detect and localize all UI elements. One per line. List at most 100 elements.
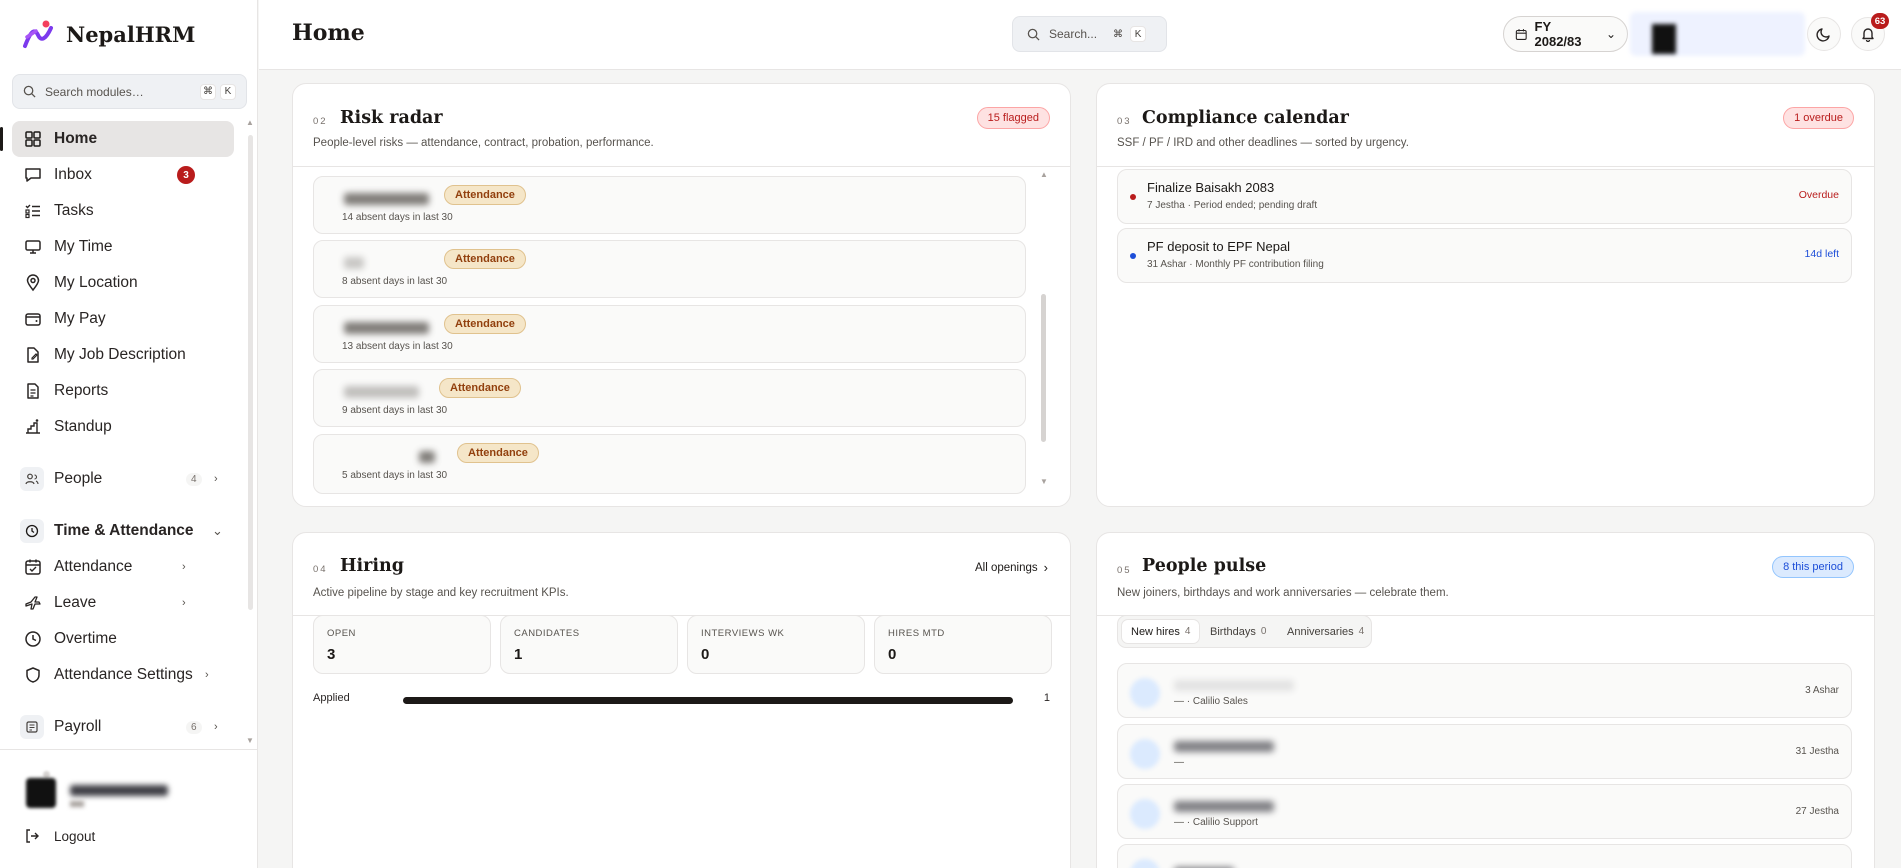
card-subtitle: Active pipeline by stage and key recruit… [313,587,569,599]
tab-birthdays[interactable]: Birthdays 0 [1201,619,1275,644]
risk-detail: 8 absent days in last 30 [342,276,448,287]
wallet-icon [25,313,41,326]
global-search-input[interactable]: Search... ⌘ K [1012,16,1167,52]
tab-new-hires[interactable]: New hires 4 [1121,619,1201,644]
sidebar-item-overtime[interactable]: Overtime [12,621,234,657]
list-item[interactable]: — · Calilio Support 27 Jestha [1117,784,1852,839]
scroll-up-arrow-icon[interactable]: ▲ [246,118,254,127]
kbd-cmd: ⌘ [200,83,216,100]
brand[interactable]: NepalHRM [22,19,195,49]
kpi-label: OPEN [327,628,356,639]
sidebar-item-label: Attendance Settings [54,666,193,683]
sidebar-item-tasks[interactable]: Tasks [12,193,234,229]
scroll-up-arrow-icon[interactable]: ▲ [1040,170,1048,179]
chevron-down-icon: ⌄ [1605,27,1616,41]
theme-toggle-button[interactable] [1807,17,1841,51]
avatar [1130,678,1160,708]
card-title: Hiring [340,556,405,576]
page-title: Home [292,20,365,46]
deadline-title: PF deposit to EPF Nepal [1147,239,1291,254]
deadline-meta: 31 Ashar · Monthly PF contribution filin… [1147,259,1324,270]
list-check-icon [25,204,40,219]
list-item[interactable]: Attendance 13 absent days in last 30 [313,305,1026,363]
sidebar-item-label: My Pay [54,310,106,327]
sidebar-item-my-pay[interactable]: My Pay [12,301,234,337]
sidebar-item-home[interactable]: Home [0,121,234,157]
pipeline-stage-count: 1 [1043,692,1050,704]
list-item[interactable]: — 31 Jestha [1117,724,1852,779]
card-subtitle: SSF / PF / IRD and other deadlines — sor… [1117,137,1409,149]
kpi-label: INTERVIEWS WK [701,628,785,639]
list-item[interactable]: Attendance 8 absent days in last 30 [313,240,1026,298]
employee-name-redacted [344,257,364,269]
avatar [1130,799,1160,829]
tab-label: Birthdays [1210,625,1256,638]
sidebar-group-time-attendance[interactable]: Time & Attendance ⌄ [12,513,234,549]
sidebar-item-label: Leave [54,594,97,611]
card-title: People pulse [1142,556,1267,576]
scroll-down-arrow-icon[interactable]: ▼ [246,736,254,745]
sidebar-group-people[interactable]: People 4 › [12,461,234,497]
list-item[interactable]: Attendance 14 absent days in last 30 [313,176,1026,234]
sidebar-item-my-location[interactable]: My Location [12,265,234,301]
clock-icon [25,631,41,647]
kpi-candidates: CANDIDATES 1 [500,615,678,674]
list-item[interactable]: — · Calilio Sales 3 Ashar [1117,663,1852,718]
kpi-interviews-wk: INTERVIEWS WK 0 [687,615,865,674]
status-dot [1130,194,1136,200]
deadline-status: 14d left [1804,248,1839,260]
pipeline-stage-label: Applied [313,692,350,704]
all-openings-link[interactable]: All openings › [975,560,1048,575]
employee-meta: — · Calilio Sales [1174,696,1248,707]
sidebar-item-attendance-settings[interactable]: Attendance Settings › [12,657,234,693]
bell-icon [1862,28,1874,42]
all-openings-label: All openings [975,561,1038,574]
list-item[interactable]: Attendance 9 absent days in last 30 [313,369,1026,427]
kbd-cmd: ⌘ [1113,28,1124,40]
card-title: Compliance calendar [1142,108,1349,128]
chevron-right-icon: › [1043,560,1048,575]
sidebar-item-label: My Location [54,274,138,291]
avatar[interactable] [1652,24,1676,54]
fiscal-year-select[interactable]: FY 2082/83 ⌄ [1503,16,1628,52]
sidebar: NepalHRM Search modules… ⌘ K Home Inbox 3… [0,0,258,868]
payroll-count-badge: 6 [186,720,202,734]
module-search-input[interactable]: Search modules… ⌘ K [12,74,247,109]
top-header: Home Search... ⌘ K FY 2082/83 ⌄ 63 [259,0,1901,70]
deadline-status: Overdue [1798,189,1839,201]
risk-tag: Attendance [444,314,526,334]
sidebar-item-inbox[interactable]: Inbox 3 [12,157,234,193]
sidebar-scrollbar[interactable] [248,135,253,610]
sidebar-item-my-time[interactable]: My Time [12,229,234,265]
risk-detail: 14 absent days in last 30 [342,212,453,223]
sidebar-item-standup[interactable]: Standup [12,409,234,445]
avatar[interactable] [26,778,56,808]
sidebar-item-my-job-description[interactable]: My Job Description [12,337,234,373]
list-item[interactable]: Finalize Baisakh 2083 7 Jestha · Period … [1117,169,1852,224]
deadline-title: Finalize Baisakh 2083 [1147,180,1275,195]
risk-tag: Attendance [439,378,521,398]
sidebar-item-label: Tasks [54,202,94,219]
sidebar-item-leave[interactable]: Leave › [12,585,234,621]
risk-detail: 5 absent days in last 30 [342,470,448,481]
risk-tag: Attendance [444,185,526,205]
list-item[interactable]: PF deposit to EPF Nepal 31 Ashar · Month… [1117,228,1852,283]
sidebar-item-label: Inbox [54,166,92,183]
card-subtitle: People-level risks — attendance, contrac… [313,137,654,149]
tab-anniversaries[interactable]: Anniversaries 4 [1278,619,1373,644]
card-number: 03 [1117,116,1132,127]
logout-label: Logout [54,828,96,844]
sidebar-item-attendance[interactable]: Attendance › [12,549,234,585]
sidebar-item-reports[interactable]: Reports [12,373,234,409]
user-role-redacted [70,801,84,807]
scroll-down-arrow-icon[interactable]: ▼ [1040,477,1048,486]
list-item[interactable] [1117,844,1852,868]
inbox-count-badge: 3 [177,166,195,184]
fiscal-year-label: FY 2082/83 [1534,19,1582,49]
sidebar-footer-divider [0,749,258,750]
logout-button[interactable]: Logout [24,828,95,844]
risk-list-scrollbar[interactable] [1041,294,1046,442]
tab-count: 4 [1358,626,1365,637]
sidebar-group-payroll[interactable]: Payroll 6 › [12,709,234,745]
list-item[interactable]: Attendance 5 absent days in last 30 [313,434,1026,494]
